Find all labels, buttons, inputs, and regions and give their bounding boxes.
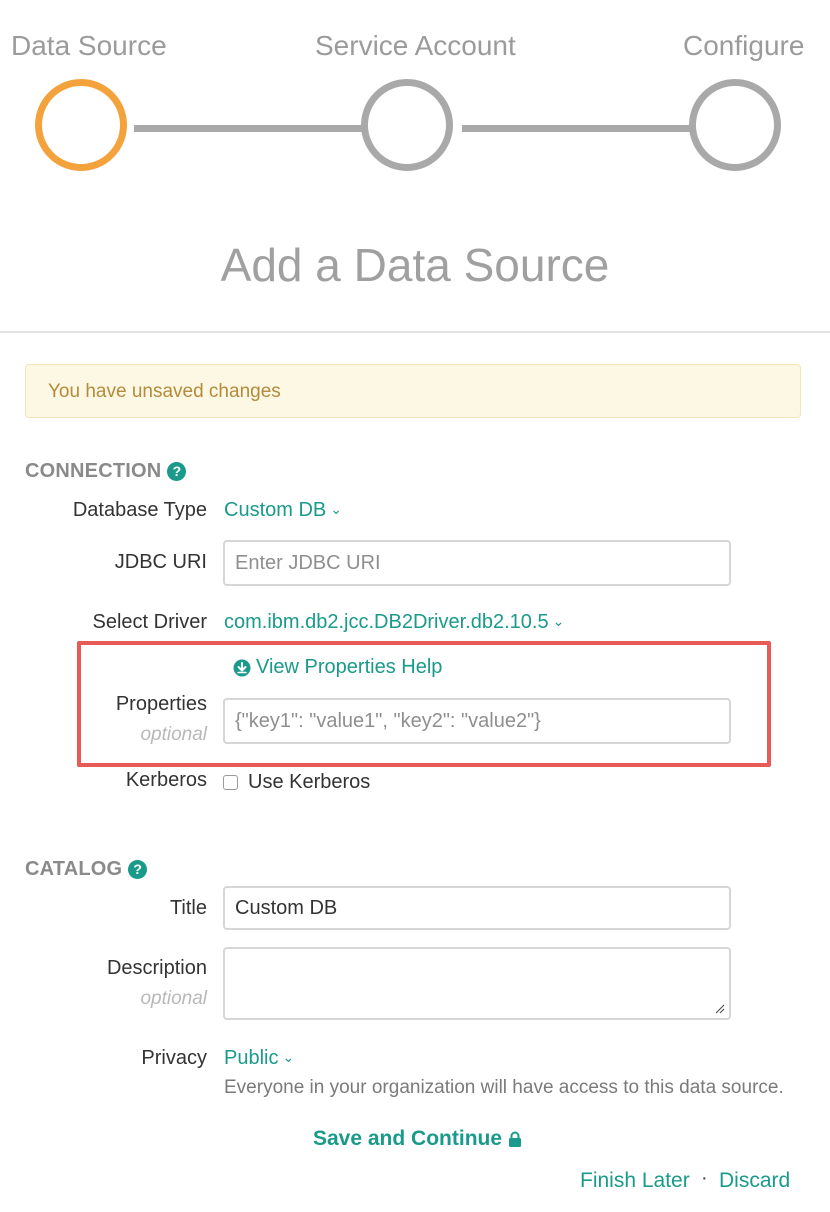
properties-optional-label: optional [140, 724, 207, 745]
database-type-dropdown[interactable]: Custom DB ⌄ [224, 499, 342, 522]
view-properties-help-text: View Properties Help [256, 656, 443, 678]
unsaved-changes-alert: You have unsaved changes [25, 364, 801, 418]
title-input[interactable] [223, 886, 731, 930]
connection-heading: CONNECTION ? [25, 460, 187, 483]
chevron-down-icon: ⌄ [552, 613, 565, 629]
step-label-configure: Configure [683, 30, 805, 61]
use-kerberos-label[interactable]: Use Kerberos [248, 771, 370, 794]
chevron-down-icon: ⌄ [282, 1049, 295, 1065]
resize-grip-icon[interactable] [713, 1002, 725, 1014]
privacy-note: Everyone in your organization will have … [224, 1077, 784, 1098]
driver-value: com.ibm.db2.jcc.DB2Driver.db2.10.5 [224, 611, 549, 633]
privacy-dropdown[interactable]: Public ⌄ [224, 1047, 294, 1070]
stepper-connector-2 [462, 125, 692, 132]
kerberos-label: Kerberos [125, 769, 207, 791]
save-and-continue-label: Save and Continue [313, 1127, 503, 1150]
select-driver-label: Select Driver [92, 611, 207, 633]
database-type-label: Database Type [72, 499, 207, 521]
chevron-down-icon: ⌄ [330, 501, 342, 517]
step-circle-data-source[interactable] [35, 79, 127, 171]
jdbc-uri-input[interactable] [223, 540, 731, 586]
catalog-heading-text: CATALOG [25, 858, 123, 880]
footer-separator: · [701, 1167, 708, 1189]
header-divider [0, 331, 830, 333]
question-circle-icon[interactable]: ? [167, 462, 187, 481]
page-title: Add a Data Source [220, 239, 610, 291]
connection-heading-text: CONNECTION [25, 460, 162, 482]
step-label-data-source: Data Source [11, 30, 167, 61]
save-and-continue-button[interactable]: Save and Continue [313, 1127, 522, 1151]
stepper-connector-1 [134, 125, 364, 132]
finish-later-link[interactable]: Finish Later [580, 1169, 690, 1193]
download-circle-icon [233, 659, 251, 676]
step-circle-service-account[interactable] [361, 79, 453, 171]
description-textarea[interactable] [223, 947, 731, 1020]
step-label-service-account: Service Account [315, 30, 516, 61]
catalog-heading: CATALOG ? [25, 858, 148, 881]
description-optional-label: optional [140, 988, 207, 1009]
database-type-value: Custom DB [224, 499, 327, 521]
question-circle-icon[interactable]: ? [128, 860, 148, 879]
step-circle-configure[interactable] [689, 79, 781, 171]
title-label: Title [169, 897, 207, 919]
driver-dropdown[interactable]: com.ibm.db2.jcc.DB2Driver.db2.10.5 ⌄ [224, 611, 564, 634]
use-kerberos-checkbox[interactable] [223, 775, 238, 790]
jdbc-uri-label: JDBC URI [114, 551, 207, 573]
view-properties-help-link[interactable]: View Properties Help [233, 656, 442, 679]
use-kerberos-checkbox-row[interactable]: Use Kerberos [223, 771, 370, 794]
discard-link[interactable]: Discard [719, 1169, 790, 1193]
properties-input[interactable] [223, 698, 731, 744]
lock-icon [509, 1131, 522, 1147]
description-label: Description [106, 957, 207, 979]
privacy-label: Privacy [141, 1047, 207, 1069]
properties-label: Properties [115, 693, 207, 715]
privacy-value: Public [224, 1047, 279, 1069]
